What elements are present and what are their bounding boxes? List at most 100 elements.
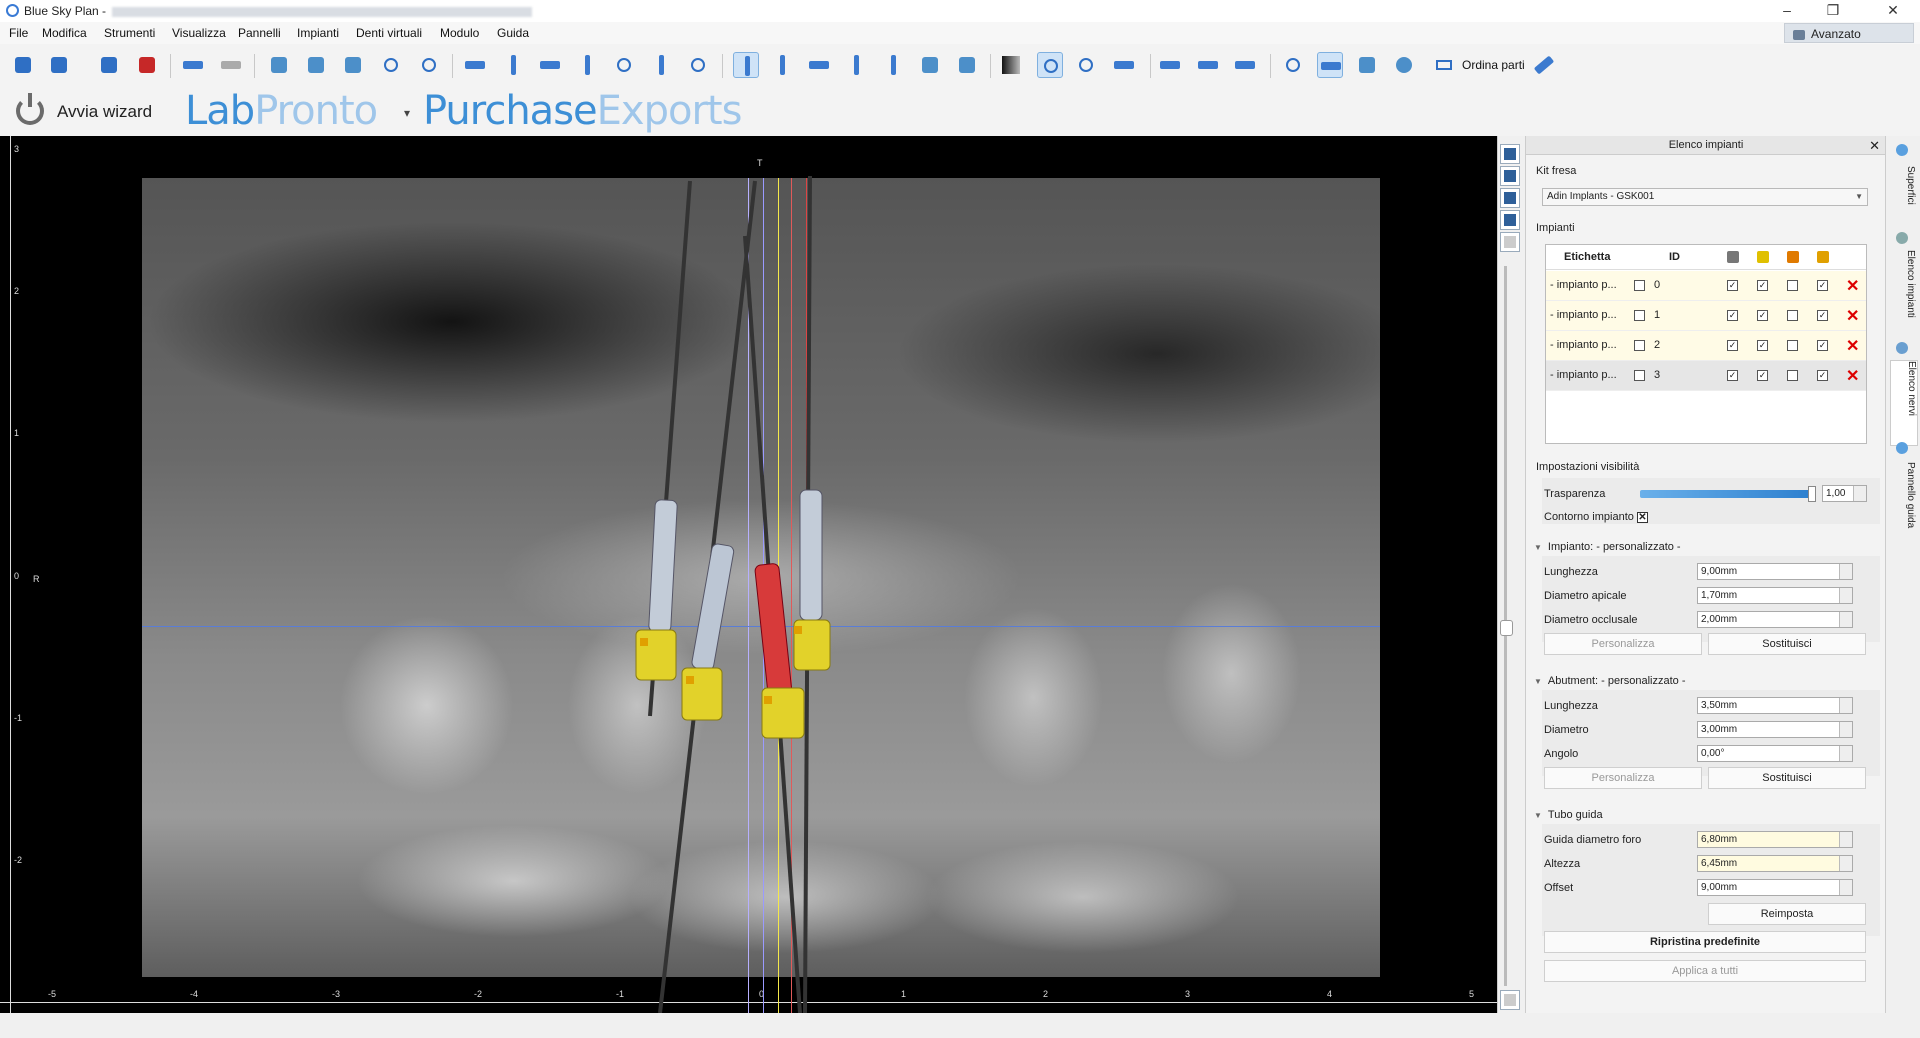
angle-icon[interactable]: [1232, 52, 1258, 78]
sleeve-icon[interactable]: [806, 52, 832, 78]
crown-icon[interactable]: [843, 52, 869, 78]
implant-3[interactable]: [793, 489, 831, 671]
offset-input[interactable]: 9,00mm: [1697, 879, 1853, 896]
row-checkbox[interactable]: [1634, 340, 1645, 351]
scroll-down-icon[interactable]: [1500, 990, 1520, 1010]
nerve-icon[interactable]: [537, 52, 563, 78]
abutment-checkbox[interactable]: ✓: [1757, 370, 1768, 381]
arch-icon[interactable]: [462, 52, 488, 78]
impianto-personalizza-button[interactable]: Personalizza: [1544, 633, 1702, 655]
kit-select[interactable]: Adin Implants - GSK001 ▼: [1542, 188, 1868, 206]
scroll-up-icon[interactable]: [1500, 232, 1520, 252]
lock-checkbox[interactable]: ✓: [1817, 370, 1828, 381]
view-tool-4-icon[interactable]: [1500, 210, 1520, 230]
chevron-down-icon[interactable]: ▾: [404, 106, 410, 120]
export-icon[interactable]: [46, 52, 72, 78]
profile-icon[interactable]: [1157, 52, 1183, 78]
close-icon[interactable]: ✕: [1869, 137, 1880, 155]
pin-icon[interactable]: [880, 52, 906, 78]
open-icon[interactable]: [10, 52, 36, 78]
tab-elenco-impianti[interactable]: Elenco impianti: [1890, 250, 1916, 336]
table-row[interactable]: - impianto p... 1 ✓ ✓ ✓ ✕: [1546, 301, 1866, 331]
menu-impianti[interactable]: Impianti: [297, 26, 339, 40]
lock-checkbox[interactable]: ✓: [1817, 310, 1828, 321]
print-guide-icon[interactable]: [954, 52, 980, 78]
save-icon[interactable]: [96, 52, 122, 78]
implant-1[interactable]: [681, 543, 735, 721]
zoom-icon[interactable]: [1073, 52, 1099, 78]
trasparenza-thumb[interactable]: [1808, 486, 1816, 502]
tab-elenco-nervi[interactable]: Elenco nervi: [1890, 360, 1918, 446]
view-tool-3-icon[interactable]: [1500, 188, 1520, 208]
settings-icon[interactable]: [685, 52, 711, 78]
transfer-icon[interactable]: [1317, 52, 1343, 78]
measure-icon[interactable]: [648, 52, 674, 78]
delete-icon[interactable]: ✕: [1846, 276, 1859, 296]
panoramic-icon[interactable]: [340, 52, 366, 78]
delete-icon[interactable]: ✕: [1846, 336, 1859, 356]
diametro-occlusale-input[interactable]: 2,00mm: [1697, 611, 1853, 628]
menu-modifica[interactable]: Modifica: [42, 26, 87, 40]
tab-superfici[interactable]: Superfici: [1890, 166, 1916, 224]
sleeve-checkbox[interactable]: [1787, 340, 1798, 351]
redo-icon[interactable]: [218, 52, 244, 78]
rotate-icon[interactable]: [1037, 52, 1063, 78]
spiral-icon[interactable]: [1280, 52, 1306, 78]
pan-icon[interactable]: [1111, 52, 1137, 78]
panoramic-viewport[interactable]: 3 2 1 0 -1 -2 R T -5 -4 -3 -2 -1 0 1 2 3…: [0, 136, 1512, 1013]
expand-icon[interactable]: [1531, 52, 1557, 78]
table-row[interactable]: - impianto p... 2 ✓ ✓ ✓ ✕: [1546, 331, 1866, 361]
ripristina-predefinite-button[interactable]: Ripristina predefinite: [1544, 931, 1866, 953]
sleeve-checkbox[interactable]: [1787, 310, 1798, 321]
purchase-exports-logo[interactable]: PurchaseExports: [423, 88, 742, 134]
abutment-sostituisci-button[interactable]: Sostituisci: [1708, 767, 1866, 789]
grid-icon[interactable]: [266, 52, 292, 78]
close-button[interactable]: ✕: [1870, 0, 1916, 22]
col-etichetta[interactable]: Etichetta: [1564, 245, 1610, 269]
table-row[interactable]: - impianto p... 0 ✓ ✓ ✓ ✕: [1546, 271, 1866, 301]
drill-checkbox[interactable]: ✓: [1727, 370, 1738, 381]
labpronto-logo[interactable]: LabPronto: [185, 88, 378, 134]
altezza-input[interactable]: 6,45mm: [1697, 855, 1853, 872]
zoom-search-icon[interactable]: [378, 52, 404, 78]
implant-abutment-icon[interactable]: [769, 52, 795, 78]
abutment-personalizza-button[interactable]: Personalizza: [1544, 767, 1702, 789]
slider-thumb[interactable]: [1500, 620, 1513, 636]
lock-checkbox[interactable]: ✓: [1817, 280, 1828, 291]
diametro-apicale-input[interactable]: 1,70mm: [1697, 587, 1853, 604]
slice-slider[interactable]: [1497, 136, 1520, 1013]
tooth-icon[interactable]: [574, 52, 600, 78]
sleeve-checkbox[interactable]: [1787, 280, 1798, 291]
view-tool-1-icon[interactable]: [1500, 144, 1520, 164]
view-tool-2-icon[interactable]: [1500, 166, 1520, 186]
row-checkbox[interactable]: [1634, 310, 1645, 321]
tab-pannello-guida[interactable]: Pannello guida: [1890, 462, 1916, 542]
col-id[interactable]: ID: [1669, 245, 1680, 269]
drill-checkbox[interactable]: ✓: [1727, 340, 1738, 351]
menu-file[interactable]: File: [9, 26, 28, 40]
cart-icon[interactable]: [1432, 54, 1456, 76]
abutment-angolo-input[interactable]: 0,00°: [1697, 745, 1853, 762]
drill-checkbox[interactable]: ✓: [1727, 310, 1738, 321]
impianto-sostituisci-button[interactable]: Sostituisci: [1708, 633, 1866, 655]
avvia-wizard-button[interactable]: Avvia wizard: [12, 92, 162, 130]
maximize-button[interactable]: ❐: [1810, 0, 1856, 22]
menu-modulo[interactable]: Modulo: [440, 26, 479, 40]
abutment-checkbox[interactable]: ✓: [1757, 340, 1768, 351]
contorno-checkbox[interactable]: ✕: [1637, 512, 1648, 523]
ruler-icon[interactable]: [500, 52, 526, 78]
drill-checkbox[interactable]: ✓: [1727, 280, 1738, 291]
abutment-section-header[interactable]: ▼ Abutment: - personalizzato -: [1534, 675, 1686, 687]
path-icon[interactable]: [611, 52, 637, 78]
abutment-checkbox[interactable]: ✓: [1757, 310, 1768, 321]
applica-a-tutti-button[interactable]: Applica a tutti: [1544, 960, 1866, 982]
contrast-icon[interactable]: [998, 52, 1024, 78]
menu-visualizza[interactable]: Visualizza: [172, 26, 226, 40]
lock-checkbox[interactable]: ✓: [1817, 340, 1828, 351]
impianto-lunghezza-input[interactable]: 9,00mm: [1697, 563, 1853, 580]
table-row-selected[interactable]: - impianto p... 3 ✓ ✓ ✓ ✕: [1546, 361, 1866, 391]
trasparenza-slider[interactable]: [1640, 490, 1810, 498]
abutment-lunghezza-input[interactable]: 3,50mm: [1697, 697, 1853, 714]
undo-icon[interactable]: [180, 52, 206, 78]
row-checkbox[interactable]: [1634, 370, 1645, 381]
